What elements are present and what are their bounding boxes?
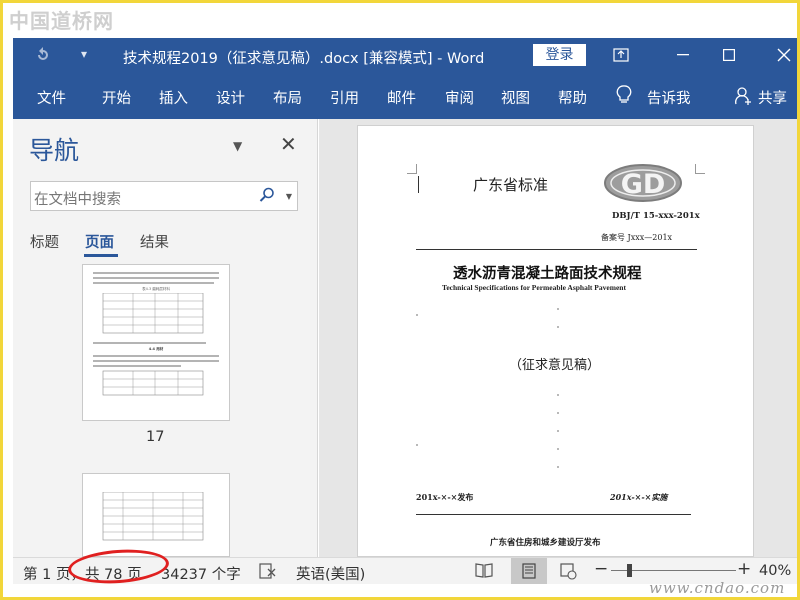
search-placeholder: 在文档中搜索 [34, 192, 121, 208]
tab-home[interactable]: 开始 [102, 87, 131, 108]
word-count[interactable]: 34237 个字 [161, 563, 241, 584]
nav-tab-pages[interactable]: 页面 [85, 231, 114, 252]
paragraph-mark [557, 430, 559, 432]
text-cursor [418, 176, 419, 193]
publisher: 广东省住房和城乡建设厅发布 [490, 538, 601, 548]
standard-level-label: 广东省标准 [473, 176, 549, 194]
crop-mark [407, 164, 417, 174]
paragraph-mark [416, 444, 418, 446]
footer-rule [416, 514, 691, 515]
tab-layout[interactable]: 布局 [273, 87, 302, 108]
paragraph-mark [416, 314, 418, 316]
standard-code: DBJ/T 15-xxx-201x [612, 211, 700, 221]
crop-mark [695, 164, 705, 174]
web-layout-icon[interactable] [559, 562, 577, 584]
proofing-icon[interactable] [258, 562, 278, 584]
login-button[interactable]: 登录 [533, 44, 586, 66]
tab-mailings[interactable]: 邮件 [387, 87, 416, 108]
thumbnail-page-number: 17 [146, 429, 165, 445]
ribbon-display-options-icon[interactable] [598, 38, 644, 72]
nav-search-input[interactable]: 在文档中搜索 ▼ [30, 181, 298, 211]
publish-date: 201x-×-×发布 [416, 492, 474, 502]
undo-icon[interactable] [31, 46, 55, 68]
paragraph-mark [557, 466, 559, 468]
nav-title: 导航 [29, 136, 80, 165]
tab-file[interactable]: 文件 [37, 87, 66, 108]
minimize-icon[interactable] [660, 38, 706, 72]
language[interactable]: 英语(美国) [296, 563, 365, 584]
lightbulb-icon[interactable] [616, 85, 632, 109]
search-options-icon[interactable]: ▼ [286, 192, 292, 201]
document-title-cn: 透水沥青混凝土路面技术规程 [453, 265, 642, 282]
paragraph-mark [557, 448, 559, 450]
paragraph-mark [557, 326, 559, 328]
window-title: 技术规程2019（征求意见稿）.docx [兼容模式] - Word [123, 51, 485, 67]
effective-date: 201x-×-×实施 [610, 492, 668, 502]
page-thumbnail[interactable]: 表4.3 磨耗层材料 4.4 用材 [82, 264, 230, 421]
watermark-bottom: www.cndao.com [649, 579, 786, 597]
zoom-level[interactable]: 40% [759, 563, 791, 579]
print-layout-icon[interactable] [511, 558, 547, 584]
tab-design[interactable]: 设计 [216, 87, 245, 108]
tab-help[interactable]: 帮助 [558, 87, 587, 108]
tell-me-box[interactable]: 告诉我 [647, 87, 691, 108]
zoom-slider-thumb[interactable] [627, 564, 632, 577]
paragraph-mark [557, 308, 559, 310]
zoom-out-icon[interactable]: − [594, 559, 608, 579]
watermark-top: 中国道桥网 [9, 9, 114, 33]
close-window-icon[interactable] [761, 38, 797, 72]
nav-options-icon[interactable]: ▼ [233, 139, 242, 153]
tab-insert[interactable]: 插入 [159, 87, 188, 108]
thumb-section-heading: 4.4 用材 [148, 347, 164, 351]
tab-review[interactable]: 审阅 [445, 87, 474, 108]
thumb-table-title: 表4.3 磨耗层材料 [142, 287, 170, 291]
paragraph-mark [557, 412, 559, 414]
share-person-icon[interactable] [735, 86, 753, 110]
customize-quick-access-icon[interactable]: ▾ [81, 47, 87, 61]
nav-tab-results[interactable]: 结果 [140, 231, 169, 252]
document-canvas[interactable]: 广东省标准 GD DBJ/T 15-xxx-201x 备案号 Jxxx—201x… [319, 119, 797, 557]
record-number: 备案号 Jxxx—201x [601, 233, 673, 242]
svg-text:GD: GD [621, 169, 666, 200]
gd-logo: GD [604, 164, 682, 202]
share-button[interactable]: 共享 [758, 87, 787, 108]
title-bar: ▾ 技术规程2019（征求意见稿）.docx [兼容模式] - Word 登录 [13, 38, 797, 72]
nav-close-icon[interactable]: ✕ [280, 132, 297, 156]
nav-tab-headings[interactable]: 标题 [30, 231, 59, 252]
navigation-pane: 导航 ▼ ✕ 在文档中搜索 ▼ 标题 页面 结果 表4.3 磨耗层材料 4.4 … [13, 119, 318, 557]
document-page[interactable]: 广东省标准 GD DBJ/T 15-xxx-201x 备案号 Jxxx—201x… [357, 125, 754, 557]
zoom-in-icon[interactable]: + [737, 559, 751, 579]
thumb-table-2 [102, 370, 204, 396]
document-title-en: Technical Specifications for Permeable A… [442, 283, 626, 292]
paragraph-mark [557, 394, 559, 396]
header-rule [416, 249, 697, 250]
read-mode-icon[interactable] [475, 562, 493, 582]
thumb-table-3 [102, 491, 204, 541]
tab-view[interactable]: 视图 [501, 87, 530, 108]
screenshot-frame: 中国道桥网 ▾ 技术规程2019（征求意见稿）.docx [兼容模式] - Wo… [0, 0, 800, 600]
ribbon-tabs: 文件 开始 插入 设计 布局 引用 邮件 审阅 视图 帮助 告诉我 共享 [13, 72, 797, 119]
search-icon[interactable] [259, 187, 275, 207]
page-thumbnail-next[interactable] [82, 473, 230, 557]
maximize-icon[interactable] [706, 38, 752, 72]
draft-label: （征求意见稿） [509, 358, 601, 373]
active-tab-indicator [84, 254, 118, 257]
tab-references[interactable]: 引用 [330, 87, 359, 108]
thumb-table [102, 292, 204, 334]
